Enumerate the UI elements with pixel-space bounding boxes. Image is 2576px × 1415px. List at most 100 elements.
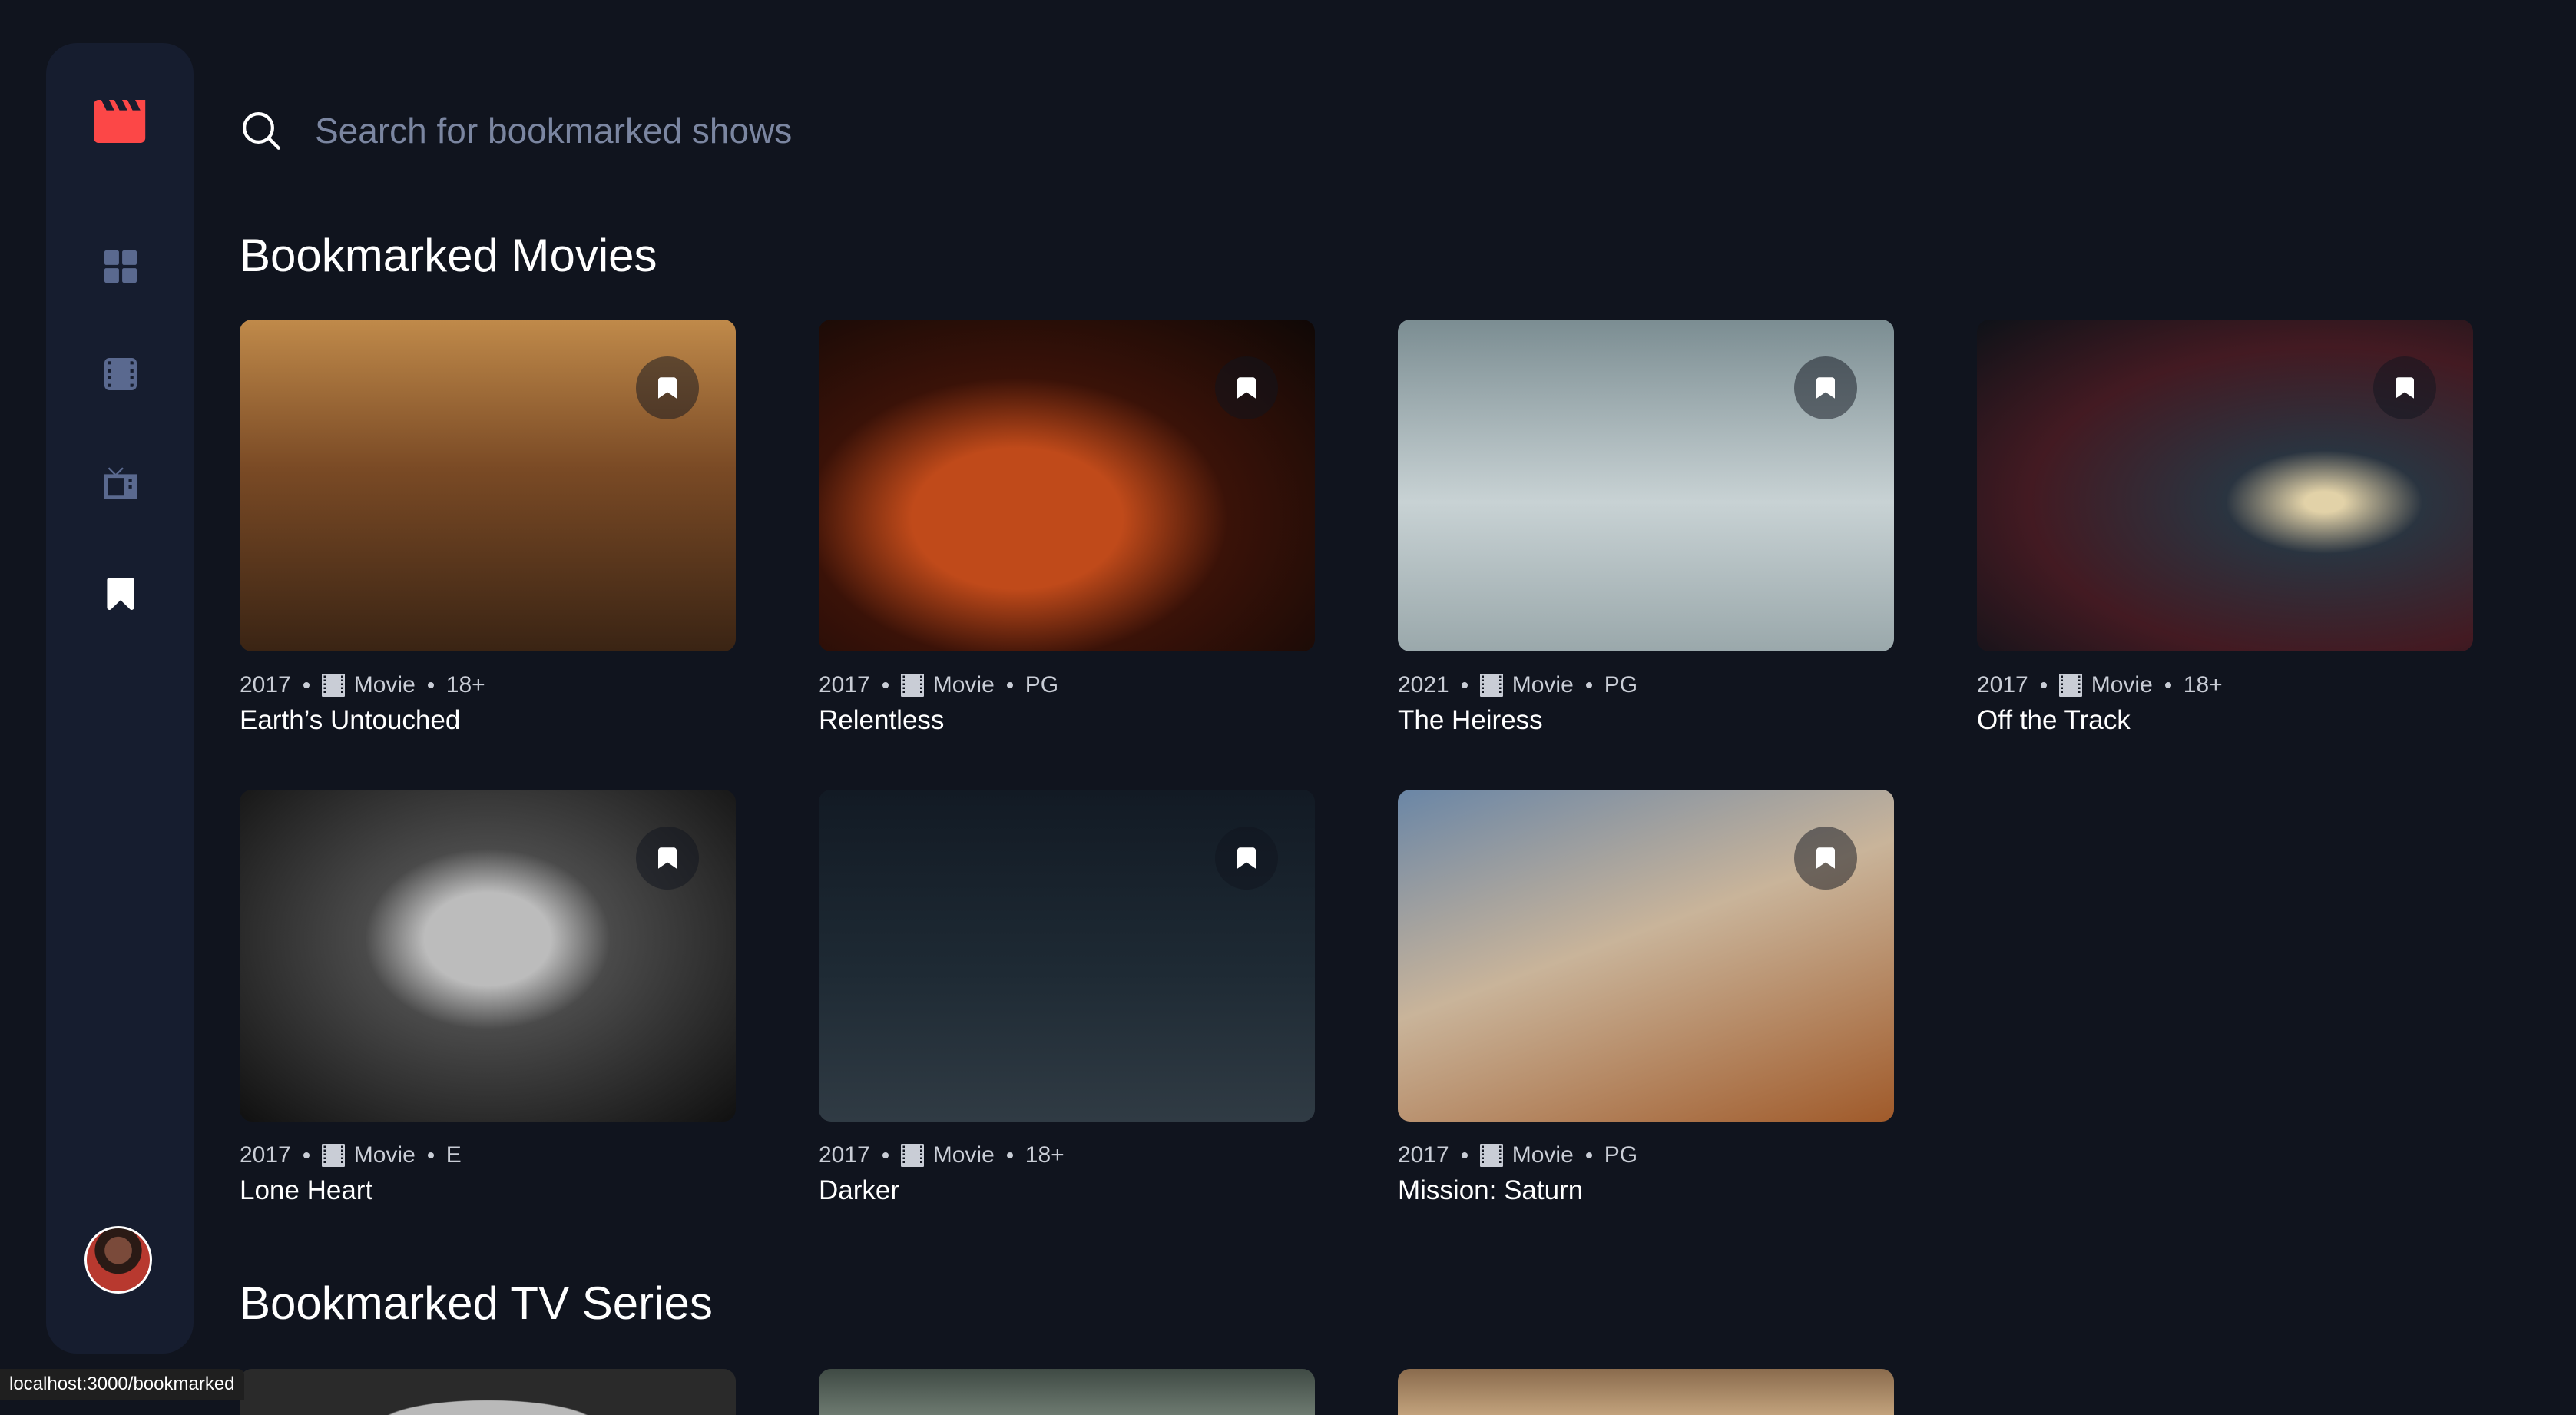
movie-category: Movie: [1511, 1142, 1574, 1168]
bookmark-button[interactable]: [1794, 356, 1857, 419]
bookmark-button[interactable]: [636, 356, 699, 419]
movie-card[interactable]: 2017 Movie E Lone Heart: [240, 790, 736, 1206]
movie-year: 2021: [1398, 672, 1449, 698]
grid-icon[interactable]: [104, 250, 137, 283]
movie-rating: PG: [1604, 1142, 1638, 1168]
movie-title[interactable]: Relentless: [819, 705, 1315, 736]
bookmark-icon[interactable]: [104, 578, 137, 610]
movie-card[interactable]: 2017 Movie 18+ Earth’s Untouched: [240, 320, 736, 736]
bookmark-icon: [1237, 377, 1256, 399]
separator-dot: [427, 682, 434, 688]
movie-title[interactable]: Earth’s Untouched: [240, 705, 736, 736]
movie-year: 2017: [819, 672, 870, 698]
movie-category: Movie: [353, 1142, 416, 1168]
film-icon: [1479, 674, 1503, 697]
separator-dot: [882, 682, 889, 688]
movie-rating: PG: [1025, 672, 1059, 698]
tv-thumbnail[interactable]: [240, 1369, 736, 1415]
search-bar: [240, 100, 2467, 161]
movie-rating: 18+: [445, 672, 485, 698]
separator-dot: [2040, 682, 2047, 688]
movie-rating: PG: [1604, 672, 1638, 698]
separator-dot: [1585, 682, 1592, 688]
separator-dot: [882, 1152, 889, 1158]
movie-thumbnail[interactable]: [1398, 790, 1894, 1122]
bookmark-icon: [1816, 847, 1835, 869]
movie-meta: 2017 Movie 18+: [819, 1140, 1315, 1171]
movie-thumbnail[interactable]: [1398, 320, 1894, 651]
bookmark-button[interactable]: [1215, 356, 1278, 419]
movie-card[interactable]: 2017 Movie PG Mission: Saturn: [1398, 790, 1894, 1206]
movie-category: Movie: [932, 1142, 995, 1168]
separator-dot: [427, 1152, 434, 1158]
film-icon: [2058, 674, 2082, 697]
movie-meta: 2017 Movie PG: [819, 670, 1315, 701]
movie-year: 2017: [1398, 1142, 1449, 1168]
movie-rating: 18+: [2183, 672, 2223, 698]
movie-category: Movie: [353, 672, 416, 698]
movie-title[interactable]: The Heiress: [1398, 705, 1894, 736]
search-input[interactable]: [313, 109, 2467, 152]
bookmark-icon: [658, 377, 677, 399]
separator-dot: [303, 1152, 310, 1158]
bookmark-icon: [658, 847, 677, 869]
film-clapper-icon[interactable]: [94, 100, 146, 143]
movie-meta: 2017 Movie PG: [1398, 1140, 1894, 1171]
tv-icon[interactable]: [104, 467, 137, 499]
status-url: localhost:3000/bookmarked: [0, 1369, 244, 1400]
bookmark-button[interactable]: [636, 827, 699, 890]
avatar[interactable]: [84, 1226, 152, 1294]
film-icon: [321, 674, 345, 697]
movie-card[interactable]: 2017 Movie 18+ Off the Track: [1977, 320, 2473, 736]
movie-card[interactable]: 2021 Movie PG The Heiress: [1398, 320, 1894, 736]
movie-year: 2017: [819, 1142, 870, 1168]
bookmark-icon: [1816, 377, 1835, 399]
tv-thumbnail[interactable]: [1398, 1369, 1894, 1415]
separator-dot: [1006, 682, 1013, 688]
movie-meta: 2021 Movie PG: [1398, 670, 1894, 701]
bookmark-button[interactable]: [1215, 827, 1278, 890]
movie-category: Movie: [932, 672, 995, 698]
bookmark-button[interactable]: [1794, 827, 1857, 890]
film-icon[interactable]: [104, 358, 137, 390]
movie-thumbnail[interactable]: [819, 790, 1315, 1122]
film-icon: [321, 1144, 345, 1167]
film-icon: [900, 1144, 924, 1167]
separator-dot: [2164, 682, 2171, 688]
film-icon: [900, 674, 924, 697]
movie-card[interactable]: 2017 Movie 18+ Darker: [819, 790, 1315, 1206]
movie-title[interactable]: Darker: [819, 1175, 1315, 1206]
movie-title[interactable]: Mission: Saturn: [1398, 1175, 1894, 1206]
movie-title[interactable]: Off the Track: [1977, 705, 2473, 736]
movie-category: Movie: [1511, 672, 1574, 698]
section-title-tv: Bookmarked TV Series: [240, 1277, 713, 1329]
bookmark-icon: [1237, 847, 1256, 869]
movie-thumbnail[interactable]: [819, 320, 1315, 651]
movie-title[interactable]: Lone Heart: [240, 1175, 736, 1206]
sidebar: [46, 43, 194, 1354]
movie-card[interactable]: 2017 Movie PG Relentless: [819, 320, 1315, 736]
movie-thumbnail[interactable]: [240, 790, 736, 1122]
movie-meta: 2017 Movie 18+: [240, 670, 736, 701]
separator-dot: [1585, 1152, 1592, 1158]
movie-meta: 2017 Movie 18+: [1977, 670, 2473, 701]
separator-dot: [1461, 1152, 1468, 1158]
movie-meta: 2017 Movie E: [240, 1140, 736, 1171]
separator-dot: [1461, 682, 1468, 688]
movie-year: 2017: [1977, 672, 2028, 698]
tv-thumbnail[interactable]: [819, 1369, 1315, 1415]
bookmark-button[interactable]: [2373, 356, 2436, 419]
bookmark-icon: [2396, 377, 2414, 399]
movie-category: Movie: [2091, 672, 2153, 698]
section-title-movies: Bookmarked Movies: [240, 230, 657, 281]
movie-rating: 18+: [1025, 1142, 1065, 1168]
movie-thumbnail[interactable]: [240, 320, 736, 651]
film-icon: [1479, 1144, 1503, 1167]
search-icon: [243, 112, 280, 150]
movie-year: 2017: [240, 672, 291, 698]
movie-rating: E: [445, 1142, 462, 1168]
separator-dot: [1006, 1152, 1013, 1158]
separator-dot: [303, 682, 310, 688]
movie-year: 2017: [240, 1142, 291, 1168]
movie-thumbnail[interactable]: [1977, 320, 2473, 651]
